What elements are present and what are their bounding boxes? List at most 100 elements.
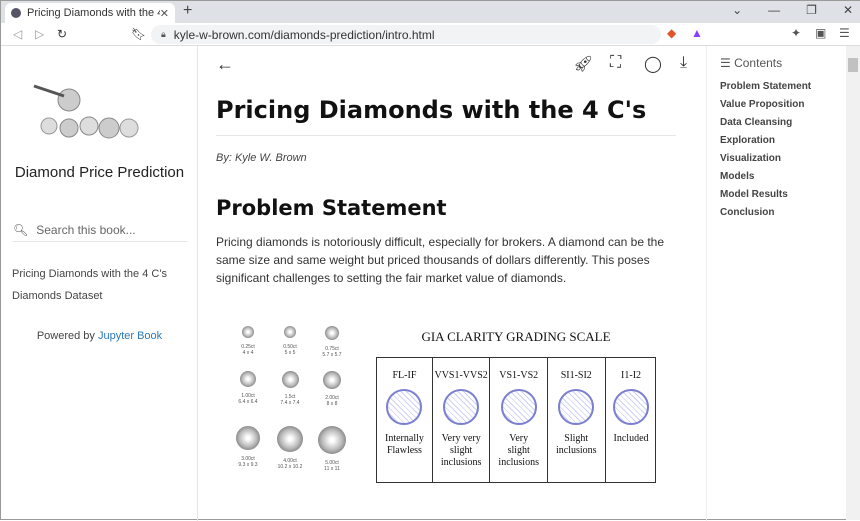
search-placeholder: Search this book... <box>36 222 136 237</box>
toc-item[interactable]: Value Proposition <box>720 99 804 110</box>
grade-code: I1-I2 <box>621 370 642 381</box>
diamonds-logo <box>33 84 139 139</box>
close-tab-icon[interactable]: ✕ <box>160 7 169 20</box>
left-sidebar: Diamond Price Prediction 🔍︎ Search this b… <box>1 46 198 521</box>
byline: By: Kyle W. Brown <box>216 152 307 164</box>
main-content: ← 🚀︎ ⛶ ◯ ⤓ Pricing Diamonds with the 4 C… <box>198 46 708 521</box>
github-icon[interactable]: ◯ <box>644 54 662 74</box>
brave-shield-icon[interactable]: ◆ <box>667 26 676 40</box>
diamond-image <box>242 326 254 338</box>
reload-icon[interactable]: ↻ <box>57 27 67 41</box>
diamond-size-item: 1.00ct 6.4 x 6.4 <box>228 371 268 405</box>
diamond-image <box>323 371 341 389</box>
search-input[interactable]: 🔍︎ Search this book... <box>13 218 187 242</box>
diamond-diagram-icon <box>386 389 423 425</box>
fullscreen-icon[interactable]: ⛶ <box>610 54 621 72</box>
scrollbar[interactable] <box>846 46 860 520</box>
dimensions: 6.4 x 6.4 <box>238 399 258 405</box>
rocket-icon[interactable]: 🚀︎ <box>573 54 593 74</box>
toc-heading: ☰ Contents <box>720 56 782 70</box>
download-icon[interactable]: ⤓ <box>680 54 687 72</box>
new-tab-button[interactable]: + <box>183 2 192 20</box>
diamond-size-item: 5.00ct 11 x 11 <box>312 426 352 472</box>
toc-item[interactable]: Data Cleansing <box>720 117 792 128</box>
arrow-left-icon[interactable]: ← <box>216 54 234 75</box>
problem-paragraph: Pricing diamonds is notoriously difficul… <box>216 235 665 285</box>
dimensions: 11 x 11 <box>324 466 340 472</box>
diamond-size-item: 1.5ct 7.4 x 7.4 <box>270 371 310 406</box>
diamond-size-item: 2.00ct 8 x 8 <box>312 371 352 407</box>
sidebar-item-intro[interactable]: Pricing Diamonds with the 4 C's <box>12 268 167 280</box>
toc-heading-text: Contents <box>734 56 783 70</box>
diamond-diagram-icon <box>500 389 537 425</box>
dimensions: 5 x 5 <box>284 350 296 356</box>
menu-icon[interactable]: ☰ <box>839 26 850 40</box>
section-heading: Problem Statement <box>216 196 447 220</box>
scrollbar-thumb[interactable] <box>848 58 858 72</box>
tab-bar: Pricing Diamonds with the 4 C's - ✕ + ⌄ —… <box>1 1 860 23</box>
wallet-icon[interactable]: ▣ <box>815 26 826 40</box>
lock-icon: 🔒︎ <box>161 29 166 39</box>
powered-by: Powered by Jupyter Book <box>1 330 198 342</box>
dimensions: 7.4 x 7.4 <box>280 400 300 406</box>
chevron-down-icon[interactable]: ⌄ <box>732 3 742 17</box>
dimensions: 10.2 x 10.2 <box>277 464 303 470</box>
diamond-diagram-icon <box>443 389 480 425</box>
minimize-icon[interactable]: — <box>768 3 780 17</box>
jupyter-book-link[interactable]: Jupyter Book <box>98 330 162 342</box>
diamond-image <box>325 326 339 340</box>
toc-item[interactable]: Model Results <box>720 189 788 200</box>
gia-clarity-chart: GIA CLARITY GRADING SCALE FL-IF Internall… <box>376 329 656 483</box>
clarity-grade: SI1-SI2 Slight inclusions <box>548 358 606 482</box>
list-icon: ☰ <box>720 56 735 70</box>
tab-title: Pricing Diamonds with the 4 C's - <box>27 7 160 19</box>
address-bar-row: ◁ ▷ ↻ 🔖︎ 🔒︎ kyle-w-brown.com/diamonds-pre… <box>1 23 860 46</box>
gia-title: GIA CLARITY GRADING SCALE <box>421 329 611 344</box>
diamond-diagram-icon <box>558 389 595 425</box>
toc-item[interactable]: Exploration <box>720 135 775 146</box>
url-input[interactable]: 🔒︎ kyle-w-brown.com/diamonds-prediction/i… <box>151 25 661 44</box>
close-window-icon[interactable]: ✕ <box>843 3 853 17</box>
restore-icon[interactable]: ❐ <box>806 3 817 17</box>
diamond-image <box>236 426 260 450</box>
grade-description: Included <box>613 433 649 444</box>
diamond-image <box>240 371 256 387</box>
back-icon[interactable]: ◁ <box>13 27 22 41</box>
sidebar-item-dataset[interactable]: Diamonds Dataset <box>12 290 103 302</box>
diamond-diagram-icon <box>613 389 650 425</box>
brave-rewards-icon[interactable]: ▲ <box>691 26 703 40</box>
toc-item[interactable]: Models <box>720 171 754 182</box>
diamond-image <box>281 371 299 388</box>
dimensions: 8 x 8 <box>326 401 338 407</box>
table-of-contents: ☰ Contents Problem Statement Value Propos… <box>706 46 846 521</box>
diamond-image <box>318 426 346 454</box>
toc-item[interactable]: Conclusion <box>720 207 774 218</box>
search-icon: 🔍︎ <box>13 222 29 237</box>
clarity-grade: VS1-VS2 Very slight inclusions <box>490 358 548 482</box>
clarity-grade: I1-I2 Included <box>606 358 657 482</box>
toc-item[interactable]: Problem Statement <box>720 81 811 92</box>
url-text: kyle-w-brown.com/diamonds-prediction/int… <box>173 27 435 42</box>
diamond-size-item: 4.00ct 10.2 x 10.2 <box>270 426 310 470</box>
browser-tab[interactable]: Pricing Diamonds with the 4 C's - ✕ <box>5 3 175 23</box>
divider <box>216 135 676 136</box>
diamond-size-item: 0.50ct 5 x 5 <box>270 326 310 356</box>
dimensions: 4 x 4 <box>242 350 254 356</box>
grade-description: Internally Flawless <box>385 433 424 456</box>
grade-code: VVS1-VVS2 <box>434 370 488 381</box>
forward-icon[interactable]: ▷ <box>35 27 44 41</box>
diamond-image <box>277 426 303 452</box>
book-title: Diamond Price Prediction <box>14 164 185 181</box>
diamond-size-item: 0.25ct 4 x 4 <box>228 326 268 356</box>
grade-code: FL-IF <box>392 370 417 381</box>
diamond-size-item: 3.00ct 9.3 x 9.3 <box>228 426 268 468</box>
dimensions: 5.7 x 5.7 <box>322 352 342 358</box>
grade-description: Very very slight inclusions <box>440 433 482 468</box>
grade-description: Very slight inclusions <box>498 433 539 468</box>
grade-code: SI1-SI2 <box>560 370 592 381</box>
bookmark-icon[interactable]: 🔖︎ <box>131 27 146 41</box>
grade-code: VS1-VS2 <box>499 370 539 381</box>
grade-description: Slight inclusions <box>555 433 597 456</box>
toc-item[interactable]: Visualization <box>720 153 781 164</box>
extensions-icon[interactable]: ✦ <box>791 26 801 40</box>
